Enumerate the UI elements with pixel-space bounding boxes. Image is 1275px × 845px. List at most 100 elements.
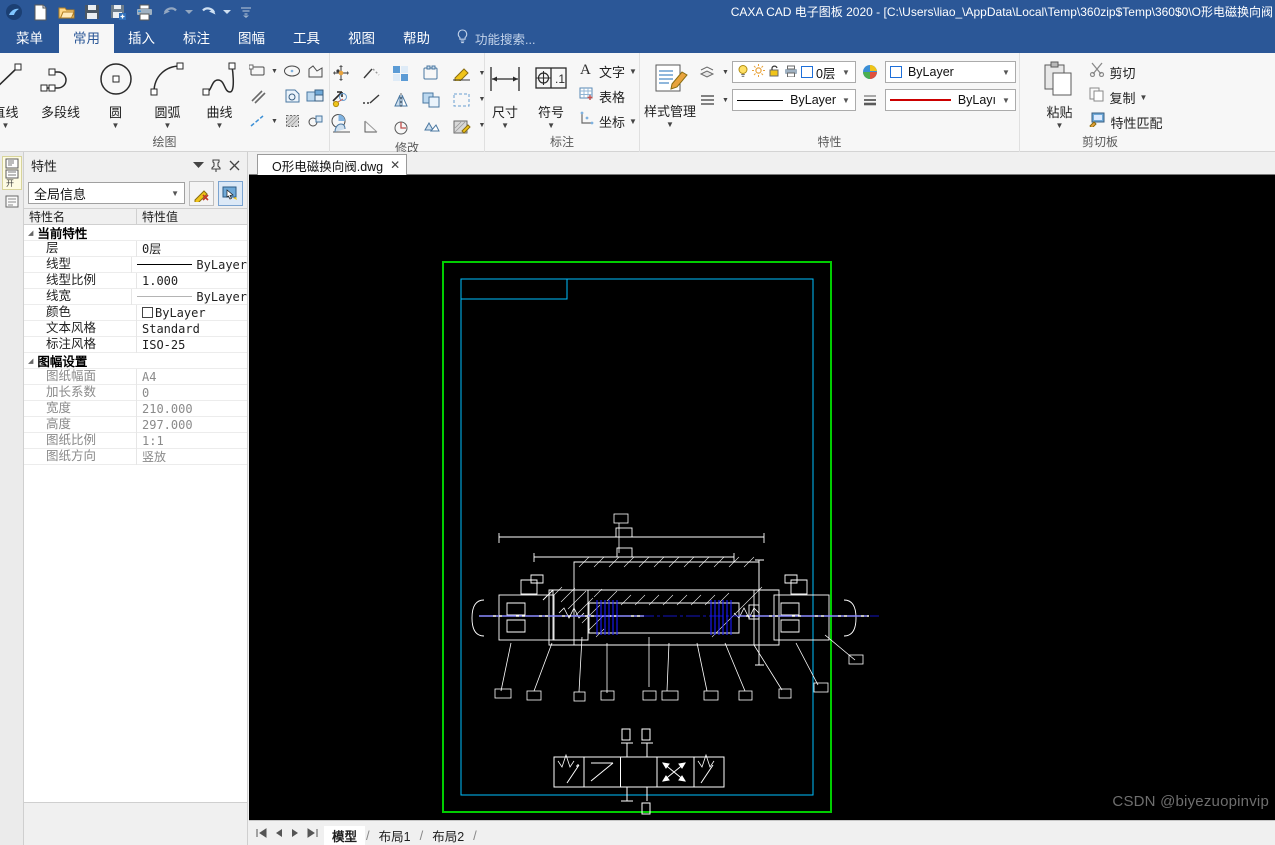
panel-menu-icon[interactable] [189,156,207,174]
collapse-triangle-icon[interactable]: ◢ [28,229,33,237]
tab-common[interactable]: 常用 [59,24,114,53]
tab-help[interactable]: 帮助 [389,24,444,53]
match-properties-button[interactable]: 特性匹配 [1085,110,1166,134]
save-icon[interactable] [80,1,104,23]
linetype-manager-icon[interactable] [696,88,719,112]
property-section-sheet[interactable]: ◢ 图幅设置 [24,353,247,369]
property-section-current[interactable]: ◢ 当前特性 [24,225,247,241]
property-row-linetype[interactable]: 线型 ByLayer [24,256,247,273]
property-value[interactable]: 0层 [137,240,247,257]
layout-tab-model[interactable]: 模型 [324,825,366,845]
chevron-down-icon[interactable]: ▼ [666,121,674,129]
rectangle-icon[interactable] [246,59,269,83]
clear-selection-button[interactable] [189,180,214,206]
pin-icon[interactable] [207,156,225,174]
stretch-icon[interactable] [446,88,476,112]
property-row-text-style[interactable]: 文本风格 Standard [24,320,247,337]
chevron-down-icon[interactable]: ▼ [501,122,509,130]
chevron-down-icon[interactable]: ▼ [1140,93,1148,102]
layer-manager-icon[interactable] [696,60,719,84]
trim-icon[interactable] [356,61,386,85]
customize-qat-icon[interactable] [234,1,258,23]
chevron-down-icon[interactable]: ▼ [999,96,1013,105]
paste-button[interactable]: 粘贴 ▼ [1033,57,1085,130]
chevron-down-icon[interactable]: ▼ [999,68,1013,77]
drawing-canvas[interactable]: 45 2 材料 05 O形电磁换向阀 装配图 名称及代号 学校名称 CSDN @… [249,175,1275,820]
array-icon[interactable] [386,61,416,85]
draw-polyline-button[interactable]: 多段线 [32,57,90,121]
printer-icon[interactable] [784,65,798,80]
block-icon[interactable] [304,109,327,133]
last-layout-icon[interactable] [304,824,320,842]
property-row-color[interactable]: 颜色 ByLayer [24,304,247,321]
mirror-icon[interactable] [386,88,416,112]
bulb-icon[interactable] [737,64,749,81]
close-icon[interactable]: ✕ [390,158,400,172]
document-tab[interactable]: O形电磁换向阀.dwg ✕ [257,154,408,175]
draw-arc-button[interactable]: 圆弧 ▼ [142,57,194,130]
chevron-down-icon[interactable]: ▼ [164,122,172,130]
ellipse-icon[interactable] [281,59,304,83]
tab-sheet[interactable]: 图幅 [224,24,279,53]
property-row-width[interactable]: 宽度 210.000 [24,400,247,417]
chevron-down-icon[interactable]: ▼ [839,68,853,77]
lock-icon[interactable] [768,64,781,80]
quick-access-toolbar[interactable] [0,1,258,23]
chevron-down-icon[interactable]: ▼ [547,122,555,130]
chevron-down-icon[interactable]: ▼ [839,96,853,105]
centerline-icon[interactable] [246,109,269,133]
tab-view[interactable]: 视图 [334,24,389,53]
layout-tab-layout1[interactable]: 布局1 [371,826,419,845]
draw-circle-button[interactable]: 圆 ▼ [90,57,142,130]
cut-button[interactable]: 剪切 [1085,60,1166,84]
linetype-combo[interactable]: ByLayer ▼ [731,89,856,111]
color-wheel-icon[interactable] [859,60,882,84]
sun-icon[interactable] [751,64,765,80]
rect-dropdown-icon[interactable]: ▼ [269,59,281,83]
scope-selector[interactable]: 全局信息 ▼ [28,182,185,204]
copy-shape-icon[interactable] [416,61,446,85]
table-button[interactable]: 表格 [575,84,641,108]
layer-combo[interactable]: 0层 ▼ [731,61,856,83]
tab-tools[interactable]: 工具 [279,24,334,53]
coordinate-button[interactable]: 坐标 ▼ [575,109,641,133]
new-file-icon[interactable] [28,1,52,23]
text-button[interactable]: A 文字 ▼ [575,59,641,83]
tab-insert[interactable]: 插入 [114,24,169,53]
layer-dropdown-icon[interactable]: ▼ [722,69,729,76]
table-shape-icon[interactable] [304,84,327,108]
break-icon[interactable] [356,115,386,139]
extend-icon[interactable] [356,88,386,112]
color-combo[interactable]: ByLayer ▼ [884,61,1016,83]
property-value[interactable]: ISO-25 [137,338,247,352]
lineweight-combo[interactable]: ByLayı ▼ [884,89,1016,111]
property-row-extend-factor[interactable]: 加长系数 0 [24,384,247,401]
layout-tab-layout2[interactable]: 布局2 [424,826,472,845]
polygon-chart-icon[interactable] [304,59,327,83]
property-row-scale[interactable]: 图纸比例 1:1 [24,432,247,449]
open-file-icon[interactable] [54,1,78,23]
property-row-layer[interactable]: 层 0层 [24,240,247,257]
lineweight-icon[interactable] [859,88,882,112]
hatch-icon[interactable] [281,109,304,133]
parallel-line-icon[interactable] [246,84,269,108]
print-icon[interactable] [132,1,156,23]
draw-line-button[interactable]: 直线 ▼ [0,57,32,130]
style-manager-button[interactable]: 样式管理 ▼ [644,56,696,129]
redo-dropdown-icon[interactable] [222,1,232,23]
app-logo-icon[interactable] [2,1,26,23]
property-value-wrap[interactable]: ByLayer [137,306,247,320]
property-row-lineweight[interactable]: 线宽 ByLayer [24,288,247,305]
symbol-button[interactable]: .1 符号 ▼ [527,57,575,130]
first-layout-icon[interactable] [253,824,269,842]
next-layout-icon[interactable] [287,824,303,842]
property-value[interactable]: 1.000 [137,274,247,288]
offset-icon[interactable] [416,88,446,112]
layer-color-swatch[interactable] [800,66,813,78]
save-as-icon[interactable] [106,1,130,23]
chamfer-icon[interactable] [326,115,356,139]
prev-layout-icon[interactable] [270,824,286,842]
erase-icon[interactable] [446,61,476,85]
select-on-screen-button[interactable] [218,180,243,206]
linetype-dropdown-icon[interactable]: ▼ [722,97,729,104]
